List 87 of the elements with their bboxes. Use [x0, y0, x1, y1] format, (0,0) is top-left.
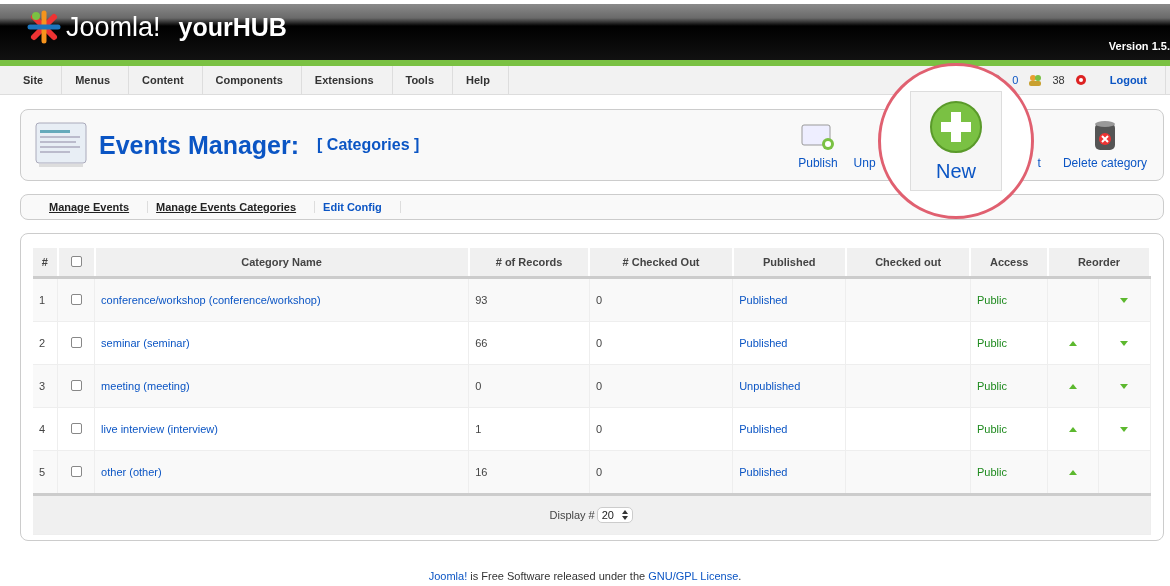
status-link[interactable]: Unpublished	[732, 364, 846, 408]
table-cell: 93	[468, 277, 590, 322]
column-header: Published	[732, 248, 846, 278]
menu-item[interactable]: Menus	[62, 66, 130, 94]
logout-icon	[1074, 74, 1087, 86]
column-header: Category Name	[94, 248, 469, 278]
row-checkbox[interactable]	[70, 336, 82, 348]
move-up-icon[interactable]	[1068, 426, 1079, 433]
select-all-checkbox[interactable]	[70, 255, 82, 267]
submenu-link[interactable]: Edit Config	[315, 201, 401, 213]
logout-link[interactable]: Logout	[1096, 66, 1166, 94]
menu-item[interactable]: Tools	[392, 66, 453, 94]
menu-item[interactable]: Components	[202, 66, 302, 94]
access-link[interactable]: Public	[970, 277, 1048, 322]
row-number: 5	[33, 450, 58, 495]
toolbar-button[interactable]: Unp	[847, 144, 882, 180]
category-link[interactable]: other (other)	[94, 450, 469, 495]
category-link[interactable]: seminar (seminar)	[94, 321, 469, 365]
plus-icon	[929, 99, 983, 154]
table-cell: 0	[589, 277, 733, 322]
table-cell: 0	[589, 364, 733, 408]
row-checkbox[interactable]	[70, 465, 82, 477]
page-subtitle: [ Categories ]	[317, 136, 420, 154]
toolbar-button[interactable]: t	[1031, 144, 1047, 180]
column-header: # Checked Out	[589, 248, 733, 278]
move-down-icon[interactable]	[1119, 426, 1130, 433]
row-number: 3	[33, 364, 58, 408]
menu-item[interactable]: Extensions	[301, 66, 393, 94]
category-link[interactable]: conference/workshop (conference/workshop)	[94, 277, 469, 322]
column-header: Checked out	[845, 248, 971, 278]
display-label: Display #	[549, 509, 595, 521]
table-cell: 1	[468, 407, 590, 451]
page-title: Events Manager:	[99, 130, 300, 160]
table-cell: 66	[468, 321, 590, 365]
table-cell: 0	[468, 364, 590, 408]
move-down-icon[interactable]	[1119, 340, 1130, 347]
row-checkbox[interactable]	[70, 293, 82, 305]
column-header: # of Records	[468, 248, 590, 278]
row-number: 4	[33, 407, 58, 451]
access-link[interactable]: Public	[970, 450, 1048, 495]
submenu-link[interactable]: Manage Events Categories	[148, 201, 316, 213]
move-down-icon[interactable]	[1119, 297, 1130, 304]
joomla-link[interactable]: Joomla!	[428, 570, 468, 582]
stepper-icon	[622, 510, 628, 520]
move-up-icon[interactable]	[1068, 383, 1079, 390]
column-header: #	[33, 248, 58, 278]
status-link[interactable]: Published	[732, 450, 846, 495]
category-link[interactable]: live interview (interview)	[94, 407, 469, 451]
column-header: Reorder	[1047, 248, 1150, 278]
status-link[interactable]: Published	[732, 407, 846, 451]
submenu-link[interactable]: Manage Events	[41, 201, 149, 213]
category-link[interactable]: meeting (meeting)	[94, 364, 469, 408]
menu-item[interactable]: Site	[10, 66, 63, 94]
logo[interactable]: Joomla!	[26, 9, 161, 45]
delete-button[interactable]: Delete category	[1056, 108, 1153, 180]
access-link[interactable]: Public	[970, 364, 1048, 408]
menu-item[interactable]: Content	[129, 66, 203, 94]
row-checkbox[interactable]	[70, 422, 82, 434]
publish-icon	[799, 122, 836, 152]
move-up-icon[interactable]	[1068, 469, 1079, 476]
row-number: 2	[33, 321, 58, 365]
table-cell: 0	[589, 321, 733, 365]
menu-item[interactable]: Help	[453, 66, 509, 94]
access-link[interactable]: Public	[970, 407, 1048, 451]
move-up-icon[interactable]	[1068, 340, 1079, 347]
category-manager-icon	[35, 122, 87, 168]
row-checkbox[interactable]	[70, 379, 82, 391]
table-cell: 16	[468, 450, 590, 495]
footer-text: is Free Software released under the	[469, 570, 647, 582]
status-link[interactable]: Published	[732, 321, 846, 365]
column-header: Access	[970, 248, 1048, 278]
version-text: Version 1.5.	[1108, 40, 1170, 52]
display-select[interactable]: 20	[596, 507, 633, 523]
user-count: 38	[1052, 74, 1065, 86]
users-icon	[1028, 74, 1043, 86]
table-cell: 0	[589, 407, 733, 451]
footer-text: .	[738, 570, 742, 582]
site-name: yourHUB	[178, 12, 287, 42]
joomla-logo-icon	[26, 9, 62, 45]
new-button[interactable]: New	[910, 91, 1002, 191]
row-number: 1	[33, 277, 58, 322]
access-link[interactable]: Public	[970, 321, 1048, 365]
table-cell: 0	[589, 450, 733, 495]
publish-button[interactable]: Publish	[792, 110, 844, 180]
status-link[interactable]: Published	[732, 277, 846, 322]
message-count: 0	[1012, 74, 1019, 86]
move-down-icon[interactable]	[1119, 383, 1130, 390]
